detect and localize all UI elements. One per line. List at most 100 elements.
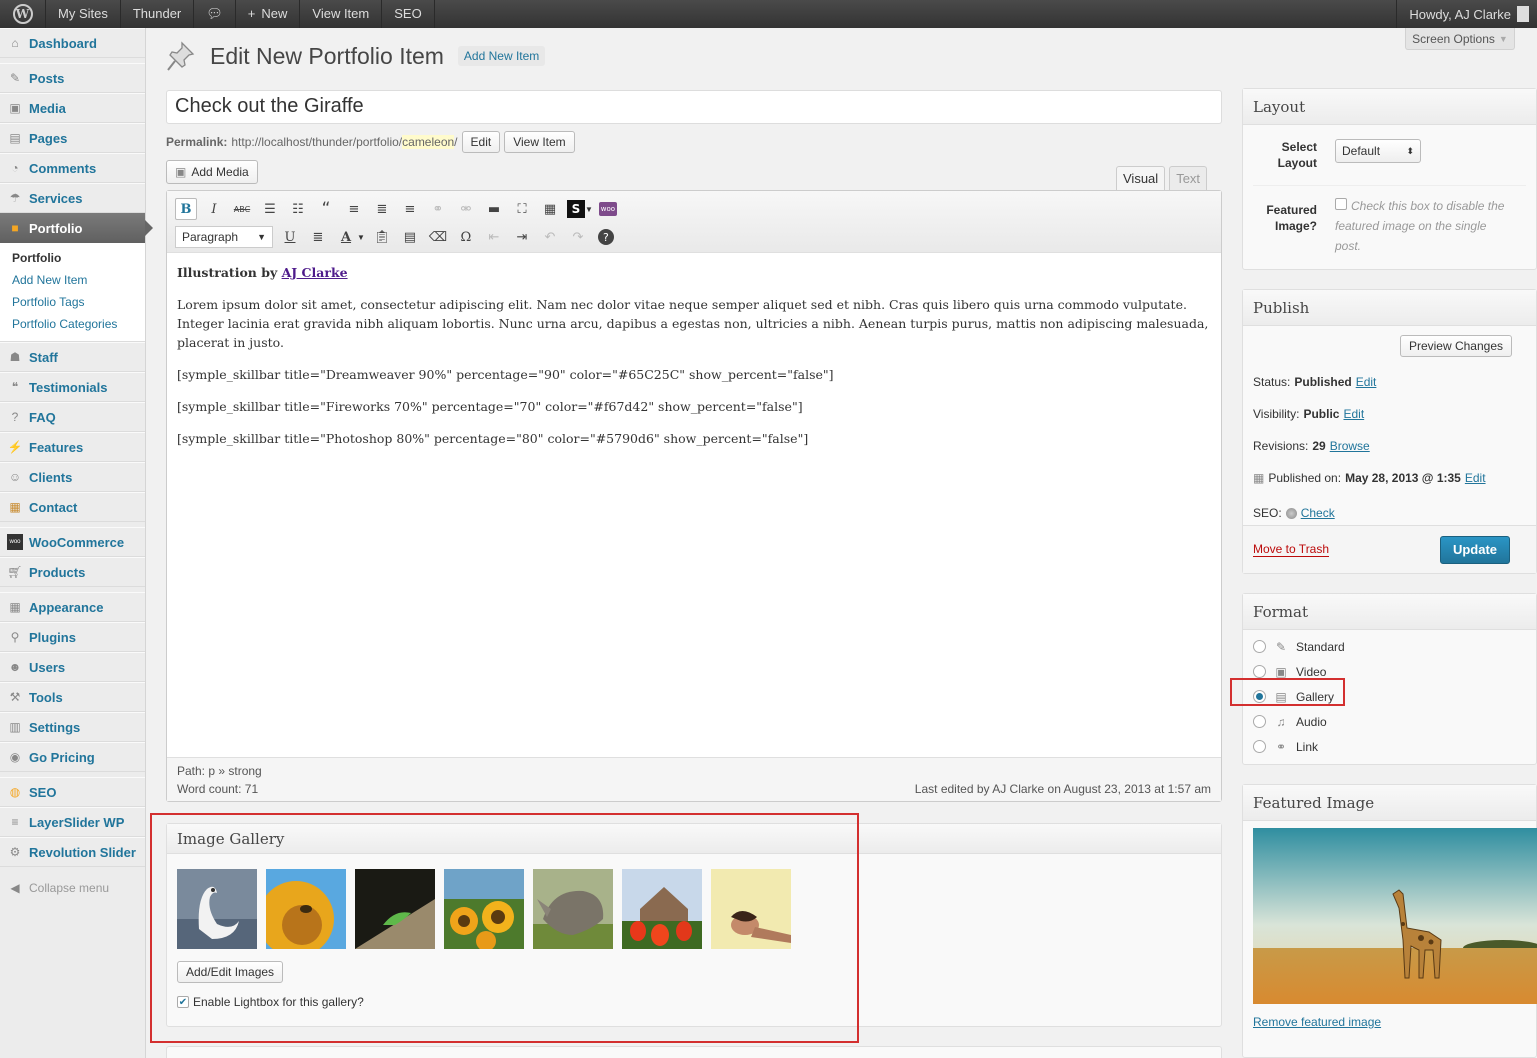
format-radio[interactable] — [1253, 640, 1266, 653]
submenu-portfolio[interactable]: Portfolio — [0, 247, 145, 269]
italic-icon[interactable]: I — [203, 198, 225, 220]
text-color-icon[interactable]: A — [335, 226, 357, 248]
tab-text[interactable]: Text — [1169, 166, 1208, 190]
my-sites-link[interactable]: My Sites — [46, 0, 121, 28]
menu-woocommerce[interactable]: woo WooCommerce — [0, 527, 145, 557]
menu-settings[interactable]: ▥ Settings — [0, 712, 145, 742]
link-icon[interactable]: ⚭ — [427, 198, 449, 220]
paste-text-icon[interactable]: 📋︎ — [371, 226, 393, 248]
kitchen-sink-icon[interactable]: ▦ — [539, 198, 561, 220]
menu-testimonials[interactable]: ❝ Testimonials — [0, 372, 145, 402]
format-select[interactable]: Paragraph ▼ — [175, 226, 273, 248]
symple-shortcodes-icon[interactable]: S — [567, 200, 585, 218]
menu-staff[interactable]: ☗ Staff — [0, 342, 145, 372]
menu-services[interactable]: ☂ Services — [0, 183, 145, 213]
preview-changes-button[interactable]: Preview Changes — [1399, 335, 1512, 357]
browse-revisions-link[interactable]: Browse — [1330, 439, 1370, 453]
collapse-menu-button[interactable]: ◀ Collapse menu — [0, 873, 145, 903]
menu-comments[interactable]: ◔ Comments — [0, 153, 145, 183]
strikethrough-icon[interactable]: ABC — [231, 198, 253, 220]
fullscreen-icon[interactable]: ⛶ — [511, 198, 533, 220]
more-tag-icon[interactable]: ▬ — [483, 198, 505, 220]
format-option-standard[interactable]: ✎ Standard — [1243, 634, 1536, 659]
seo-link[interactable]: SEO — [382, 0, 435, 28]
submenu-add-new-item[interactable]: Add New Item — [0, 269, 145, 291]
bullet-list-icon[interactable]: ☰ — [259, 198, 281, 220]
menu-dashboard[interactable]: ⌂ Dashboard — [0, 28, 145, 58]
screen-options-button[interactable]: Screen Options ▼ — [1405, 28, 1515, 50]
author-link[interactable]: AJ Clarke — [282, 265, 348, 280]
update-button[interactable]: Update — [1439, 535, 1510, 564]
new-content-link[interactable]: + New — [236, 0, 301, 28]
submenu-portfolio-tags[interactable]: Portfolio Tags — [0, 291, 145, 313]
featured-image-giraffe[interactable] — [1253, 828, 1537, 1004]
chevron-down-icon[interactable]: ▼ — [357, 233, 365, 242]
menu-contact[interactable]: ▦ Contact — [0, 492, 145, 522]
format-radio[interactable] — [1253, 665, 1266, 678]
menu-features[interactable]: ⚡ Features — [0, 432, 145, 462]
align-right-icon[interactable]: ≡ — [399, 198, 421, 220]
menu-appearance[interactable]: ▦ Appearance — [0, 592, 145, 622]
post-title-input[interactable]: Check out the Giraffe — [166, 90, 1222, 124]
outdent-icon[interactable]: ⇤ — [483, 226, 505, 248]
submenu-portfolio-categories[interactable]: Portfolio Categories — [0, 313, 145, 335]
editor-content[interactable]: Illustration by AJ Clarke Lorem ipsum do… — [167, 253, 1221, 471]
blockquote-icon[interactable]: “ — [315, 198, 337, 220]
menu-users[interactable]: ☻ Users — [0, 652, 145, 682]
menu-media[interactable]: ▣ Media — [0, 93, 145, 123]
menu-label: Clients — [29, 469, 73, 485]
format-radio[interactable] — [1253, 715, 1266, 728]
menu-layerslider[interactable]: ≡ LayerSlider WP — [0, 807, 145, 837]
seo-check-link[interactable]: Check — [1301, 506, 1335, 520]
paste-word-icon[interactable]: ▤ — [399, 226, 421, 248]
format-option-link[interactable]: ⚭ Link — [1243, 734, 1536, 759]
menu-posts[interactable]: ✎ Posts — [0, 63, 145, 93]
menu-portfolio[interactable]: ■ Portfolio — [0, 213, 153, 243]
layout-select[interactable]: Default ⬍ — [1335, 139, 1421, 163]
redo-icon[interactable]: ↷ — [567, 226, 589, 248]
bold-icon[interactable]: B — [175, 198, 197, 220]
menu-pages[interactable]: ▤ Pages — [0, 123, 145, 153]
woocommerce-shortcode-icon[interactable]: woo — [598, 202, 617, 216]
add-new-item-button[interactable]: Add New Item — [457, 46, 546, 66]
menu-faq[interactable]: ? FAQ — [0, 402, 145, 432]
disable-featured-checkbox[interactable] — [1335, 198, 1347, 210]
undo-icon[interactable]: ↶ — [539, 226, 561, 248]
format-radio[interactable] — [1253, 740, 1266, 753]
help-icon[interactable]: ? — [595, 226, 617, 248]
comments-link[interactable]: 💬︎ — [194, 0, 236, 28]
my-account-link[interactable]: Howdy, AJ Clarke — [1396, 0, 1537, 28]
menu-products[interactable]: 🛒︎ Products — [0, 557, 145, 587]
numbered-list-icon[interactable]: ☷ — [287, 198, 309, 220]
unlink-icon[interactable]: ⚮ — [455, 198, 477, 220]
wordpress-logo-icon[interactable]: W — [0, 0, 46, 28]
view-item-button[interactable]: View Item — [504, 131, 575, 153]
indent-icon[interactable]: ⇥ — [511, 226, 533, 248]
next-metabox — [166, 1046, 1222, 1058]
clear-formatting-icon[interactable]: ⌫ — [427, 226, 449, 248]
remove-featured-image-link[interactable]: Remove featured image — [1253, 1015, 1381, 1029]
edit-date-link[interactable]: Edit — [1465, 471, 1486, 485]
menu-clients[interactable]: ☺ Clients — [0, 462, 145, 492]
align-center-icon[interactable]: ≣ — [371, 198, 393, 220]
edit-visibility-link[interactable]: Edit — [1343, 407, 1364, 421]
view-item-link[interactable]: View Item — [300, 0, 383, 28]
edit-status-link[interactable]: Edit — [1356, 375, 1377, 389]
edit-permalink-button[interactable]: Edit — [461, 131, 501, 153]
menu-seo[interactable]: ◍ SEO — [0, 777, 145, 807]
move-to-trash-link[interactable]: Move to Trash — [1253, 542, 1330, 557]
chevron-down-icon[interactable]: ▼ — [585, 205, 593, 214]
editor-tabs: Visual Text — [1116, 166, 1208, 190]
tab-visual[interactable]: Visual — [1116, 166, 1166, 190]
menu-revolution-slider[interactable]: ⚙ Revolution Slider — [0, 837, 145, 867]
format-option-audio[interactable]: ♫ Audio — [1243, 709, 1536, 734]
justify-icon[interactable]: ≣ — [307, 226, 329, 248]
special-character-icon[interactable]: Ω — [455, 226, 477, 248]
add-media-button[interactable]: ▣ Add Media — [166, 160, 258, 184]
underline-icon[interactable]: U — [279, 226, 301, 248]
menu-plugins[interactable]: ⚲ Plugins — [0, 622, 145, 652]
site-name-link[interactable]: Thunder — [121, 0, 195, 28]
menu-go-pricing[interactable]: ◉ Go Pricing — [0, 742, 145, 772]
align-left-icon[interactable]: ≡ — [343, 198, 365, 220]
menu-tools[interactable]: ⚒ Tools — [0, 682, 145, 712]
